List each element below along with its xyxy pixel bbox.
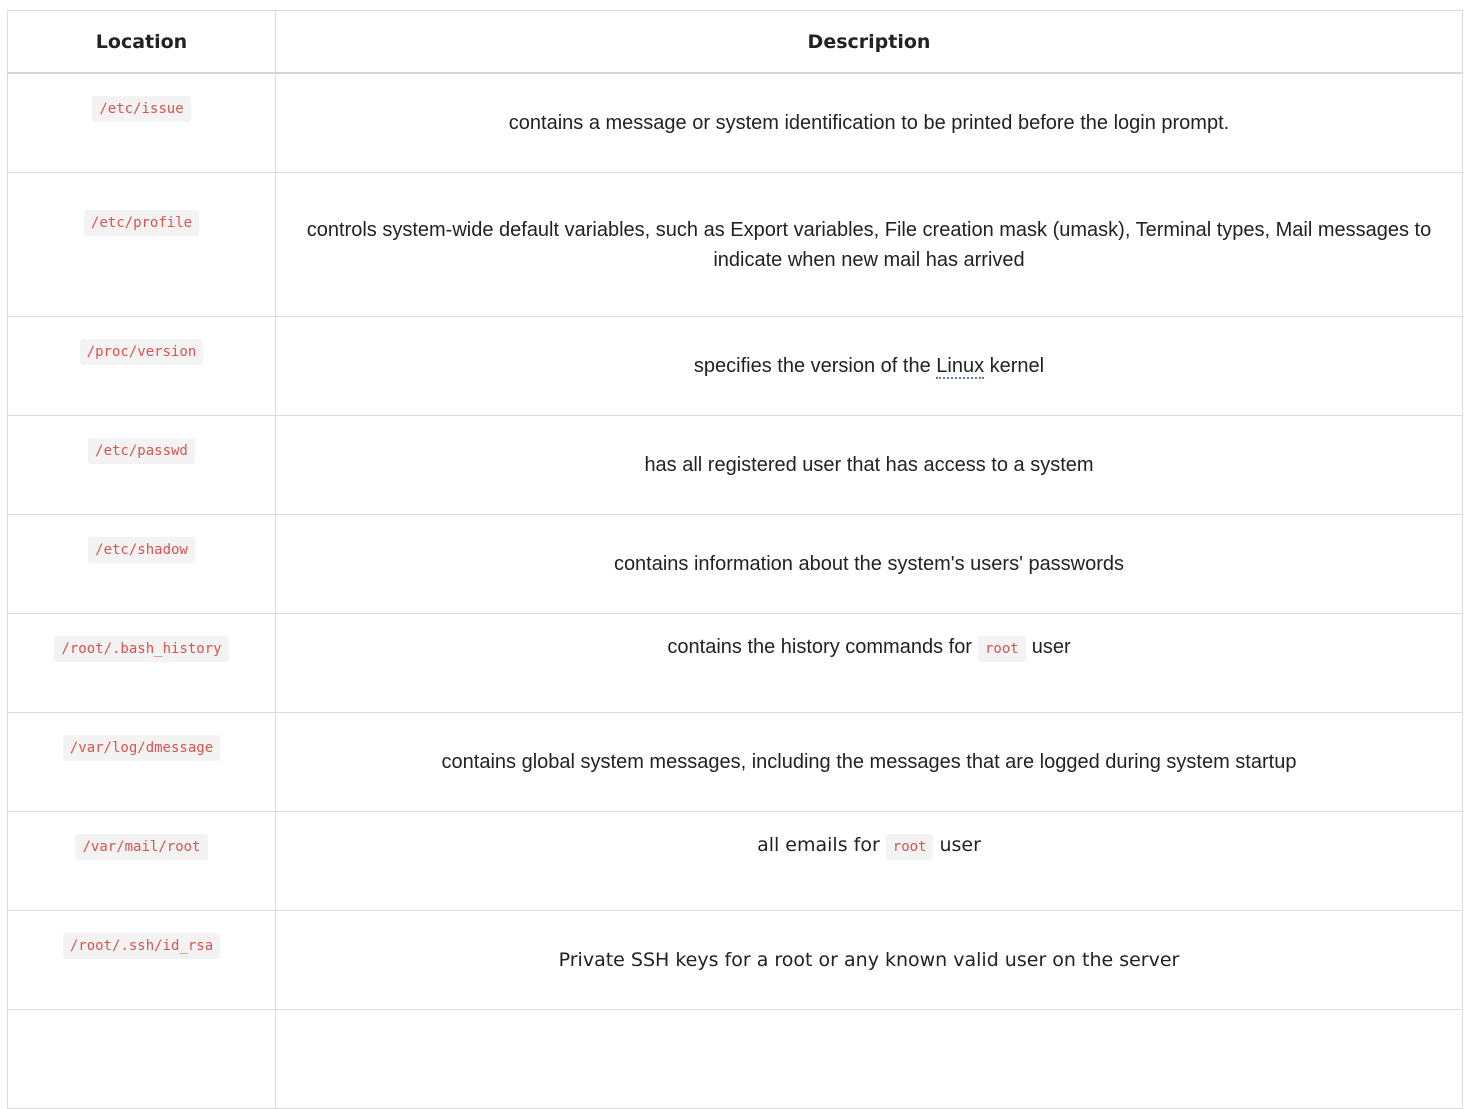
location-cell: /var/mail/root — [7, 811, 276, 911]
description-cell: contains the history commands for root use… — [275, 613, 1463, 713]
linux-link[interactable]: Linux — [936, 355, 985, 379]
description-cell: specifies the version of the Linux kerne… — [275, 316, 1463, 416]
location-cell: /root/.ssh/id_rsa — [7, 910, 276, 1010]
description-text: user — [939, 834, 981, 856]
table-row: /var/log/dmessage contains global system… — [7, 712, 1463, 812]
description-text: user — [1031, 636, 1071, 658]
location-code: /etc/passwd — [88, 438, 195, 464]
table-row: /etc/issue contains a message or system … — [7, 72, 1463, 173]
description-text: kernel — [984, 355, 1045, 377]
location-cell: /root/.bash_history — [7, 613, 276, 713]
location-cell: /proc/version — [7, 316, 276, 416]
description-text: contains the history commands for — [667, 636, 972, 658]
location-code: /root/.bash_history — [54, 636, 229, 662]
description-cell — [275, 1009, 1463, 1109]
location-code: /etc/profile — [83, 210, 200, 236]
root-code: root — [885, 834, 934, 860]
location-code: /root/.ssh/id_rsa — [62, 933, 221, 959]
description-cell: contains global system messages, includi… — [275, 712, 1463, 812]
location-code: /var/log/dmessage — [62, 735, 221, 761]
location-cell: /etc/profile — [7, 172, 276, 317]
location-cell: /etc/passwd — [7, 415, 276, 515]
table-row: /var/mail/root all emails for root user — [7, 811, 1463, 911]
description-cell: controls system-wide default variables, … — [275, 172, 1463, 317]
location-cell: /var/log/dmessage — [7, 712, 276, 812]
file-locations-table: Location Description /etc/issue contains… — [7, 10, 1463, 1109]
description-cell: all emails for root user — [275, 811, 1463, 911]
location-code: /etc/shadow — [88, 537, 195, 563]
table-row: /etc/profile controls system-wide defaul… — [7, 172, 1463, 317]
location-code: /var/mail/root — [75, 834, 208, 860]
description-text: all emails for — [757, 834, 880, 856]
table-row: /etc/shadow contains information about t… — [7, 514, 1463, 614]
file-locations-table-container: Location Description /etc/issue contains… — [7, 10, 1463, 1109]
root-code: root — [977, 636, 1026, 662]
table-row: /proc/version specifies the version of t… — [7, 316, 1463, 416]
description-cell: Private SSH keys for a root or any known… — [275, 910, 1463, 1010]
table-row: /root/.bash_history contains the history… — [7, 613, 1463, 713]
table-row — [7, 1009, 1463, 1109]
location-cell: /etc/issue — [7, 72, 276, 173]
table-row: /root/.ssh/id_rsa Private SSH keys for a… — [7, 910, 1463, 1010]
location-cell: /etc/shadow — [7, 514, 276, 614]
description-cell: has all registered user that has access … — [275, 415, 1463, 515]
table-row: /etc/passwd has all registered user that… — [7, 415, 1463, 515]
location-code: /etc/issue — [92, 96, 191, 122]
location-cell — [7, 1009, 276, 1109]
location-code: /proc/version — [79, 339, 204, 365]
description-header: Description — [275, 10, 1463, 74]
description-text: specifies the version of the — [693, 355, 937, 377]
header-row: Location Description — [7, 10, 1463, 74]
description-cell: contains information about the system's … — [275, 514, 1463, 614]
location-header: Location — [7, 10, 276, 74]
description-cell: contains a message or system identificat… — [275, 72, 1463, 173]
